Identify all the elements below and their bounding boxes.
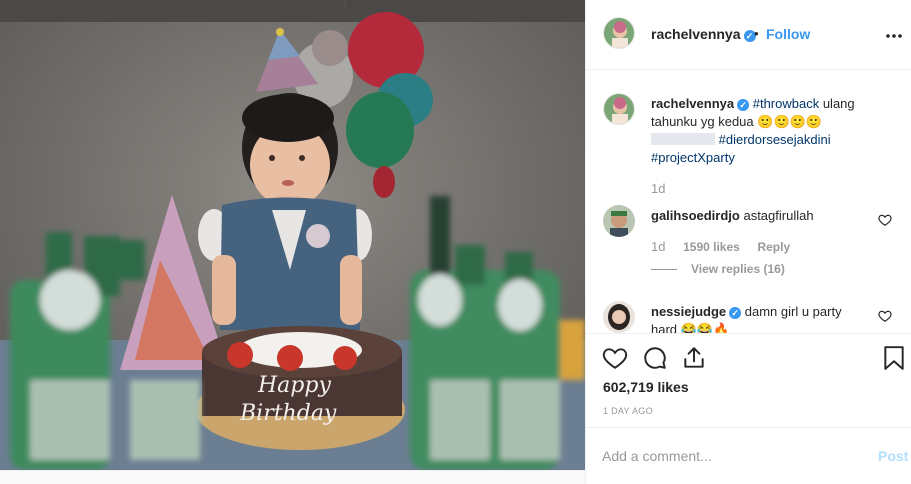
add-comment-bar: Post	[586, 427, 911, 484]
view-replies-row[interactable]: View replies (16)	[651, 261, 785, 276]
redacted-mention	[651, 133, 715, 145]
post-header: rachelvennya ✓ • Follow	[586, 0, 911, 70]
comment-text-block: nessiejudge ✓ damn girl u party hard 😂😂🔥	[651, 303, 871, 333]
cake-text-happy: Happy	[257, 373, 331, 398]
commenter-avatar[interactable]	[603, 205, 635, 237]
post-actions: 602,719 likes 1 DAY AGO	[586, 333, 911, 427]
caption-text-block: rachelvennya ✓ #throwback ulang tahunku y…	[651, 95, 891, 167]
photo-footer-strip	[0, 470, 585, 484]
caption-author-avatar[interactable]	[603, 93, 635, 125]
like-heart-icon[interactable]	[602, 345, 628, 374]
author-username-link[interactable]: rachelvennya ✓	[651, 26, 756, 42]
header-separator: •	[754, 26, 759, 41]
comment-meta-row: 1d 1590 likes Reply	[651, 239, 790, 254]
share-icon[interactable]	[681, 345, 707, 374]
comments-list[interactable]: rachelvennya ✓ #throwback ulang tahunku y…	[586, 71, 911, 333]
photo-illustration: Happy Birthday	[0, 0, 585, 470]
comment-bubble-icon[interactable]	[642, 345, 668, 374]
comment-text-block: galihsoedirdjo astagfirullah	[651, 207, 814, 225]
comment-like-heart-icon[interactable]	[878, 309, 892, 323]
comment-input[interactable]	[602, 445, 852, 467]
hashtag-throwback[interactable]: #throwback	[753, 96, 819, 111]
comment-like-heart-icon[interactable]	[878, 213, 892, 227]
hashtag-dierdorsesejakdini[interactable]: #dierdorsesejakdini	[719, 132, 831, 147]
author-username: rachelvennya	[651, 26, 741, 42]
more-options-icon[interactable]	[886, 22, 902, 43]
caption-username[interactable]: rachelvennya	[651, 96, 734, 111]
comment-text: astagfirullah	[743, 208, 814, 223]
commenter-verified-badge-icon: ✓	[729, 307, 742, 319]
view-replies-button[interactable]: View replies (16)	[691, 262, 785, 276]
comment-username[interactable]: nessiejudge	[651, 304, 726, 319]
cake-text-birthday: Birthday	[239, 401, 337, 426]
caption-time[interactable]: 1d	[651, 181, 665, 196]
author-avatar[interactable]	[603, 17, 635, 49]
caption-verified-badge-icon: ✓	[737, 99, 750, 111]
reply-button[interactable]: Reply	[757, 240, 790, 254]
save-bookmark-icon[interactable]	[883, 345, 905, 374]
post-time-ago[interactable]: 1 DAY AGO	[603, 406, 653, 416]
likes-count[interactable]: 602,719 likes	[603, 379, 689, 395]
caption-emojis: 🙂🙂🙂🙂	[757, 114, 823, 129]
comment-emojis: 😂😂🔥	[680, 322, 730, 333]
post-comment-button[interactable]: Post	[878, 448, 908, 464]
comment-time[interactable]: 1d	[651, 239, 665, 254]
view-replies-line	[651, 269, 677, 271]
hashtag-projectxparty[interactable]: #projectXparty	[651, 150, 735, 165]
follow-button[interactable]: Follow	[766, 26, 810, 42]
comment-likes[interactable]: 1590 likes	[683, 240, 740, 254]
commenter-avatar[interactable]	[603, 301, 635, 333]
post-side-panel: rachelvennya ✓ • Follow rachelvennya ✓ #th…	[585, 0, 911, 484]
post-photo[interactable]: Happy Birthday	[0, 0, 585, 470]
comment-username[interactable]: galihsoedirdjo	[651, 208, 740, 223]
